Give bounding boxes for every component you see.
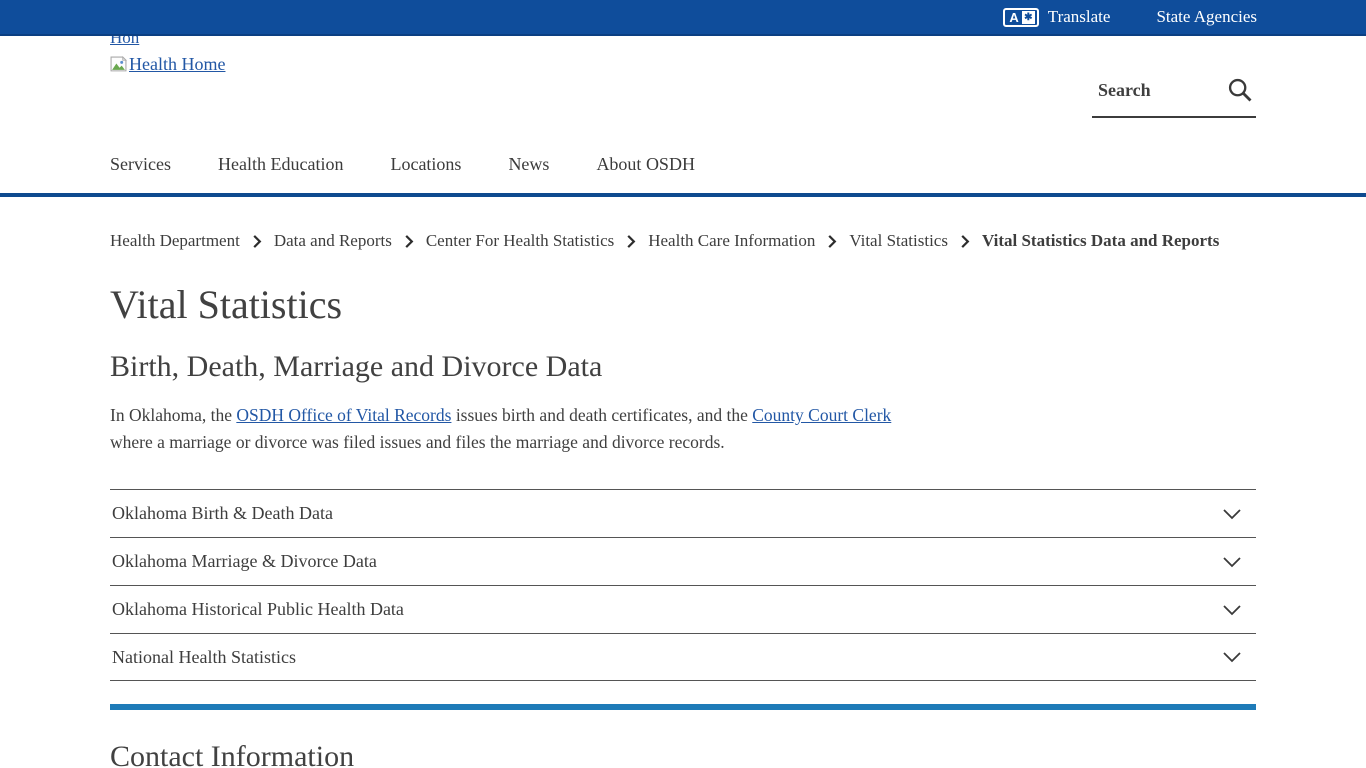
- translate-icon: A ✱: [1003, 8, 1038, 27]
- breadcrumb-data-and-reports[interactable]: Data and Reports: [274, 231, 392, 251]
- accordion-label: Oklahoma Marriage & Divorce Data: [110, 551, 377, 572]
- accordion-marriage-divorce-data[interactable]: Oklahoma Marriage & Divorce Data: [110, 537, 1256, 585]
- search-button[interactable]: [1226, 76, 1254, 104]
- chevron-right-icon: [626, 234, 636, 249]
- nav-item-services[interactable]: Services: [110, 154, 171, 175]
- state-agencies-link[interactable]: State Agencies: [1156, 7, 1257, 27]
- health-home-link[interactable]: Health Home: [110, 54, 225, 75]
- nav-item-health-education[interactable]: Health Education: [218, 154, 343, 175]
- search-placeholder: Search: [1098, 80, 1151, 101]
- intro-text: In Oklahoma, the: [110, 405, 236, 425]
- section-divider: [110, 704, 1256, 710]
- breadcrumb-current-page: Vital Statistics Data and Reports: [982, 231, 1219, 251]
- intro-paragraph: In Oklahoma, the OSDH Office of Vital Re…: [110, 402, 925, 456]
- breadcrumb-health-care-information[interactable]: Health Care Information: [648, 231, 815, 251]
- search-icon: [1226, 76, 1254, 104]
- nav-item-news[interactable]: News: [508, 154, 549, 175]
- breadcrumb-vital-statistics[interactable]: Vital Statistics: [849, 231, 948, 251]
- chevron-down-icon: [1222, 556, 1242, 568]
- breadcrumb-health-department[interactable]: Health Department: [110, 231, 240, 251]
- state-agencies-label: State Agencies: [1156, 7, 1257, 27]
- nav-item-locations[interactable]: Locations: [390, 154, 461, 175]
- intro-text: issues birth and death certificates, and…: [451, 405, 752, 425]
- accordion-label: Oklahoma Birth & Death Data: [110, 503, 333, 524]
- search-field[interactable]: Search: [1092, 70, 1256, 118]
- accordion-label: National Health Statistics: [110, 647, 296, 668]
- translate-label: Translate: [1048, 7, 1111, 27]
- health-home-label: Health Home: [129, 54, 225, 75]
- intro-text: where a marriage or divorce was filed is…: [110, 432, 725, 452]
- accordion-national-health-statistics[interactable]: National Health Statistics: [110, 633, 1256, 681]
- vital-records-link[interactable]: OSDH Office of Vital Records: [236, 405, 451, 425]
- main-nav: Services Health Education Locations News…: [110, 154, 695, 175]
- accordion-historical-public-health-data[interactable]: Oklahoma Historical Public Health Data: [110, 585, 1256, 633]
- page-title: Vital Statistics: [110, 281, 1256, 328]
- county-court-clerk-link[interactable]: County Court Clerk: [752, 405, 891, 425]
- breadcrumb: Health Department Data and Reports Cente…: [110, 231, 1256, 251]
- main-content: Health Department Data and Reports Cente…: [110, 231, 1256, 768]
- utility-bar: A ✱ Translate State Agencies: [0, 0, 1366, 36]
- contact-information-heading: Contact Information: [110, 740, 1256, 768]
- broken-image-icon: [110, 56, 127, 73]
- nav-item-about-osdh[interactable]: About OSDH: [596, 154, 695, 175]
- chevron-down-icon: [1222, 508, 1242, 520]
- accordion-birth-death-data[interactable]: Oklahoma Birth & Death Data: [110, 489, 1256, 537]
- page-subtitle: Birth, Death, Marriage and Divorce Data: [110, 350, 1256, 384]
- accordion-label: Oklahoma Historical Public Health Data: [110, 599, 404, 620]
- site-header: Hon Health Home Search Services Health E…: [0, 36, 1366, 197]
- chevron-right-icon: [252, 234, 262, 249]
- translate-button[interactable]: A ✱ Translate: [1003, 7, 1110, 27]
- chevron-right-icon: [827, 234, 837, 249]
- accordion-list: Oklahoma Birth & Death Data Oklahoma Mar…: [110, 489, 1256, 681]
- chevron-down-icon: [1222, 604, 1242, 616]
- chevron-right-icon: [960, 234, 970, 249]
- chevron-down-icon: [1222, 651, 1242, 663]
- breadcrumb-center-for-health-statistics[interactable]: Center For Health Statistics: [426, 231, 614, 251]
- chevron-right-icon: [404, 234, 414, 249]
